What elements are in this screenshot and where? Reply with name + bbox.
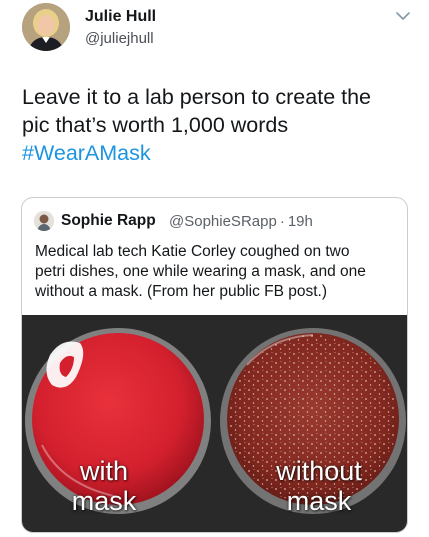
label-line: without xyxy=(276,456,362,486)
chevron-down-icon[interactable] xyxy=(393,8,413,24)
author-handle[interactable]: @juliejhull xyxy=(85,30,154,47)
tweet-header: Julie Hull @juliejhull xyxy=(0,0,429,58)
petri-dish-photo[interactable]: with mask without mask xyxy=(22,315,407,532)
tweet-text: Leave it to a lab person to create the p… xyxy=(22,83,417,167)
quoted-tweet-header: Sophie Rapp @SophieSRapp · 19h xyxy=(34,209,404,231)
profile-photo xyxy=(22,3,70,51)
hashtag-link[interactable]: #WearAMask xyxy=(22,139,417,167)
quoted-tweet-card[interactable]: Sophie Rapp @SophieSRapp · 19h Medical lab… xyxy=(21,197,408,533)
label-with-mask: with mask xyxy=(34,456,174,516)
meta-separator: · xyxy=(279,213,285,230)
label-line: with xyxy=(79,456,128,486)
tweet-text-line: Leave it to a lab person to create the xyxy=(22,85,372,109)
author-avatar[interactable] xyxy=(22,3,70,51)
quoted-text-line: without a mask. (From her public FB post… xyxy=(35,283,328,300)
label-without-mask: without mask xyxy=(244,456,394,516)
label-line: mask xyxy=(71,486,137,516)
label-line: mask xyxy=(286,486,352,516)
quoted-author-name[interactable]: Sophie Rapp xyxy=(61,212,156,230)
quoted-author-meta: @SophieSRapp · 19h xyxy=(169,213,313,230)
quoted-text-line: petri dishes, one while wearing a mask, … xyxy=(35,263,366,280)
quoted-author-avatar[interactable] xyxy=(34,211,54,231)
author-name[interactable]: Julie Hull xyxy=(85,8,156,26)
quoted-text-line: Medical lab tech Katie Corley coughed on… xyxy=(35,243,350,260)
tweet-text-line: pic that’s worth 1,000 words xyxy=(22,113,289,137)
quoted-tweet-text: Medical lab tech Katie Corley coughed on… xyxy=(35,242,400,302)
profile-photo xyxy=(34,211,54,231)
quoted-author-handle[interactable]: @SophieSRapp xyxy=(169,213,277,230)
quoted-tweet-time[interactable]: 19h xyxy=(288,213,313,230)
